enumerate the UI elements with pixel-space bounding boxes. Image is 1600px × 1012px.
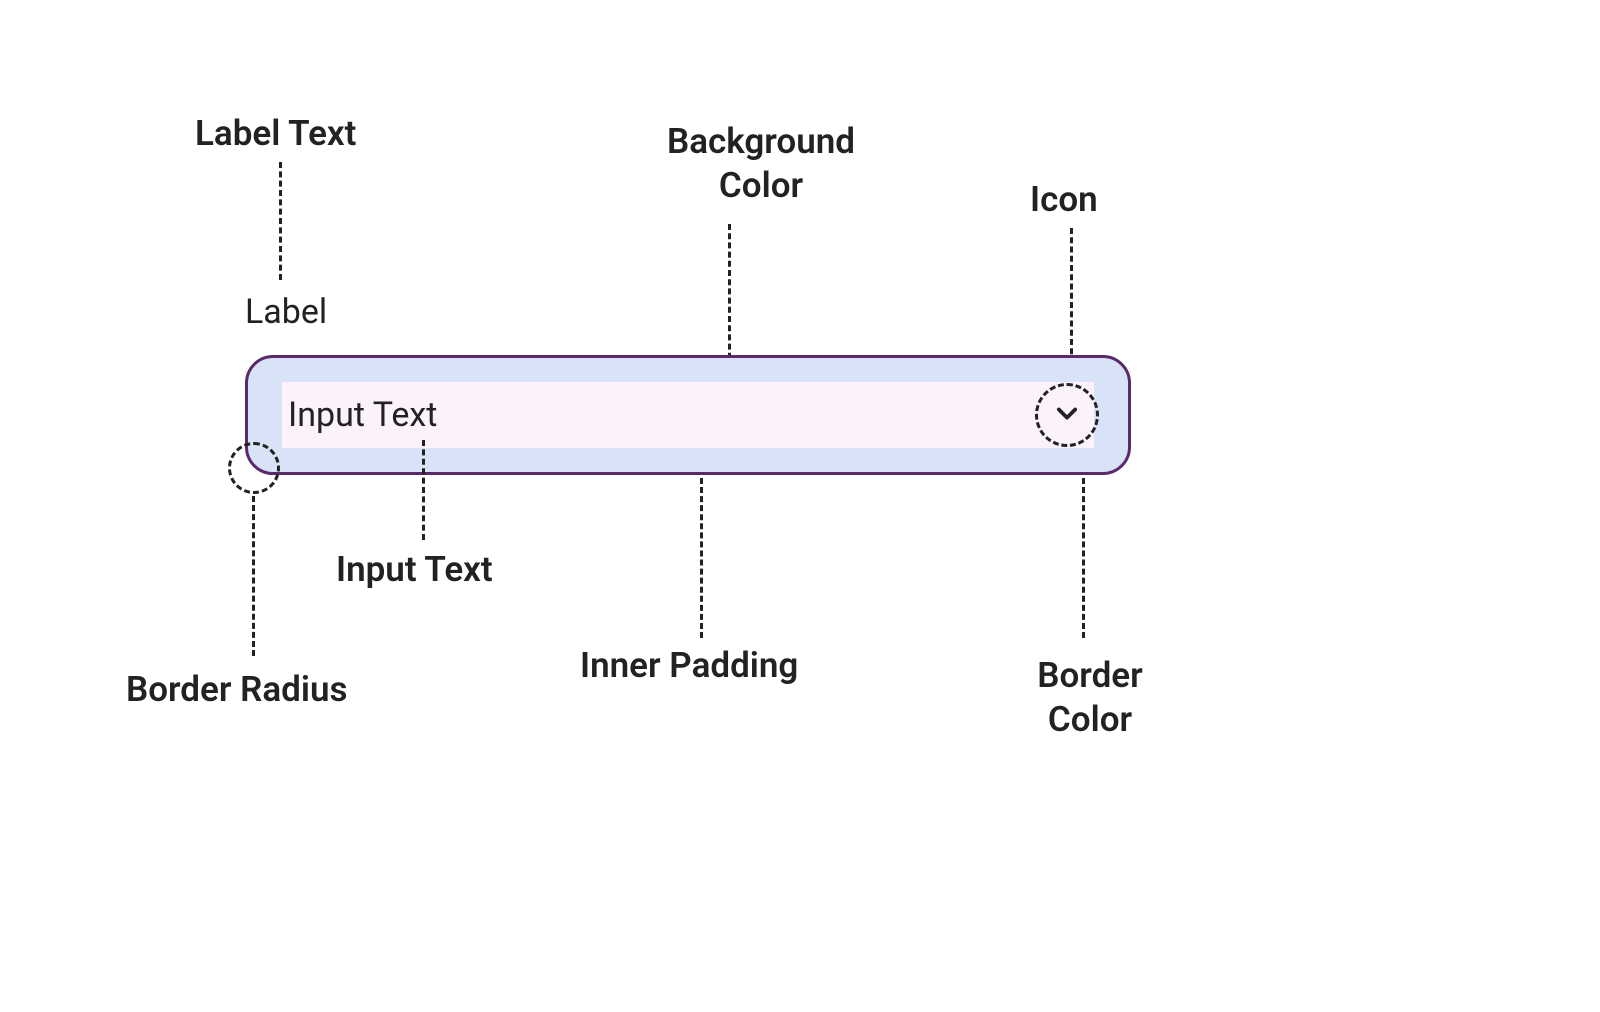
annotation-border-radius: Border Radius <box>126 668 347 712</box>
leader-line-border-radius <box>252 496 255 656</box>
border-radius-highlight-circle <box>228 442 280 494</box>
leader-line-border-color <box>1082 478 1085 638</box>
icon-highlight-circle <box>1035 383 1099 447</box>
chevron-down-icon <box>1053 399 1081 431</box>
diagram-stage: Label Text Background Color Icon Label I… <box>0 0 1600 1012</box>
annotation-label-text: Label Text <box>195 112 356 156</box>
leader-line-label-text <box>279 162 282 280</box>
annotation-icon: Icon <box>1030 178 1098 222</box>
dropdown-input[interactable]: Input Text <box>245 355 1131 475</box>
annotation-inner-padding: Inner Padding <box>580 644 798 688</box>
input-inner-area: Input Text <box>282 382 1094 448</box>
annotation-input-text: Input Text <box>336 548 493 592</box>
input-label: Label <box>245 292 327 332</box>
input-value-text: Input Text <box>282 395 437 435</box>
leader-line-input-text <box>422 440 425 540</box>
annotation-background-color: Background Color <box>606 120 916 208</box>
leader-line-inner-padding <box>700 478 703 638</box>
annotation-border-color: Border Color <box>1010 654 1170 742</box>
